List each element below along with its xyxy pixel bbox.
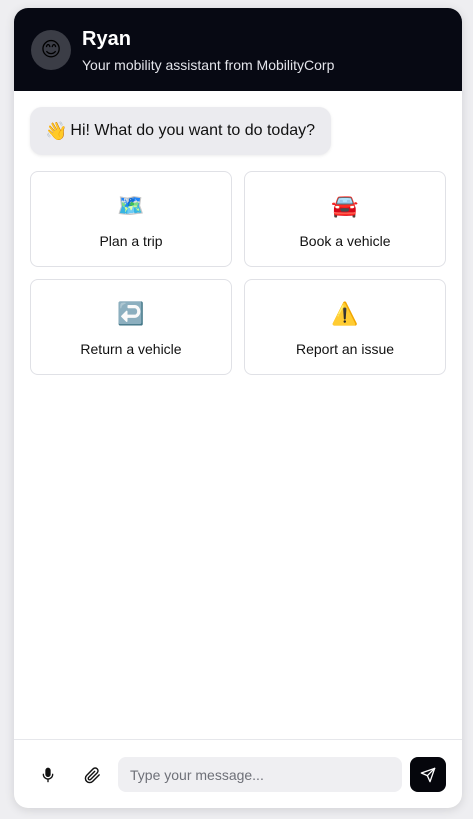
greeting-text: Hi! What do you want to do today? [70,122,316,139]
attach-button[interactable] [76,759,108,791]
return-vehicle-label: Return a vehicle [80,341,182,357]
chat-widget: 😊 Ryan Your mobility assistant from Mobi… [14,8,462,808]
map-icon: 🗺️ [117,193,145,218]
smiling-face-icon: 😊 [40,39,62,61]
return-vehicle-button[interactable]: ↩️ Return a vehicle [30,279,232,375]
book-vehicle-label: Book a vehicle [299,233,391,249]
greeting-message: 👋 Hi! What do you want to do today? [30,107,332,155]
waving-hand-icon: 👋 [45,120,68,141]
car-icon: 🚘 [331,193,359,218]
report-issue-button[interactable]: ⚠️ Report an issue [244,279,446,375]
send-button[interactable] [410,757,446,792]
microphone-icon [42,767,54,783]
agent-name: Ryan [82,28,131,50]
message-input[interactable] [118,757,402,792]
microphone-button[interactable] [32,759,64,791]
return-arrow-icon: ↩️ [117,301,145,326]
plan-trip-label: Plan a trip [99,233,163,249]
agent-subtitle: Your mobility assistant from MobilityCor… [82,57,335,73]
chat-header: 😊 Ryan Your mobility assistant from Mobi… [14,8,462,91]
send-icon [420,767,436,782]
paperclip-icon [84,766,100,783]
avatar: 😊 [31,30,71,70]
report-issue-label: Report an issue [295,341,395,357]
composer-divider [14,739,462,740]
warning-icon: ⚠️ [331,301,359,326]
book-vehicle-button[interactable]: 🚘 Book a vehicle [244,171,446,267]
plan-trip-button[interactable]: 🗺️ Plan a trip [30,171,232,267]
